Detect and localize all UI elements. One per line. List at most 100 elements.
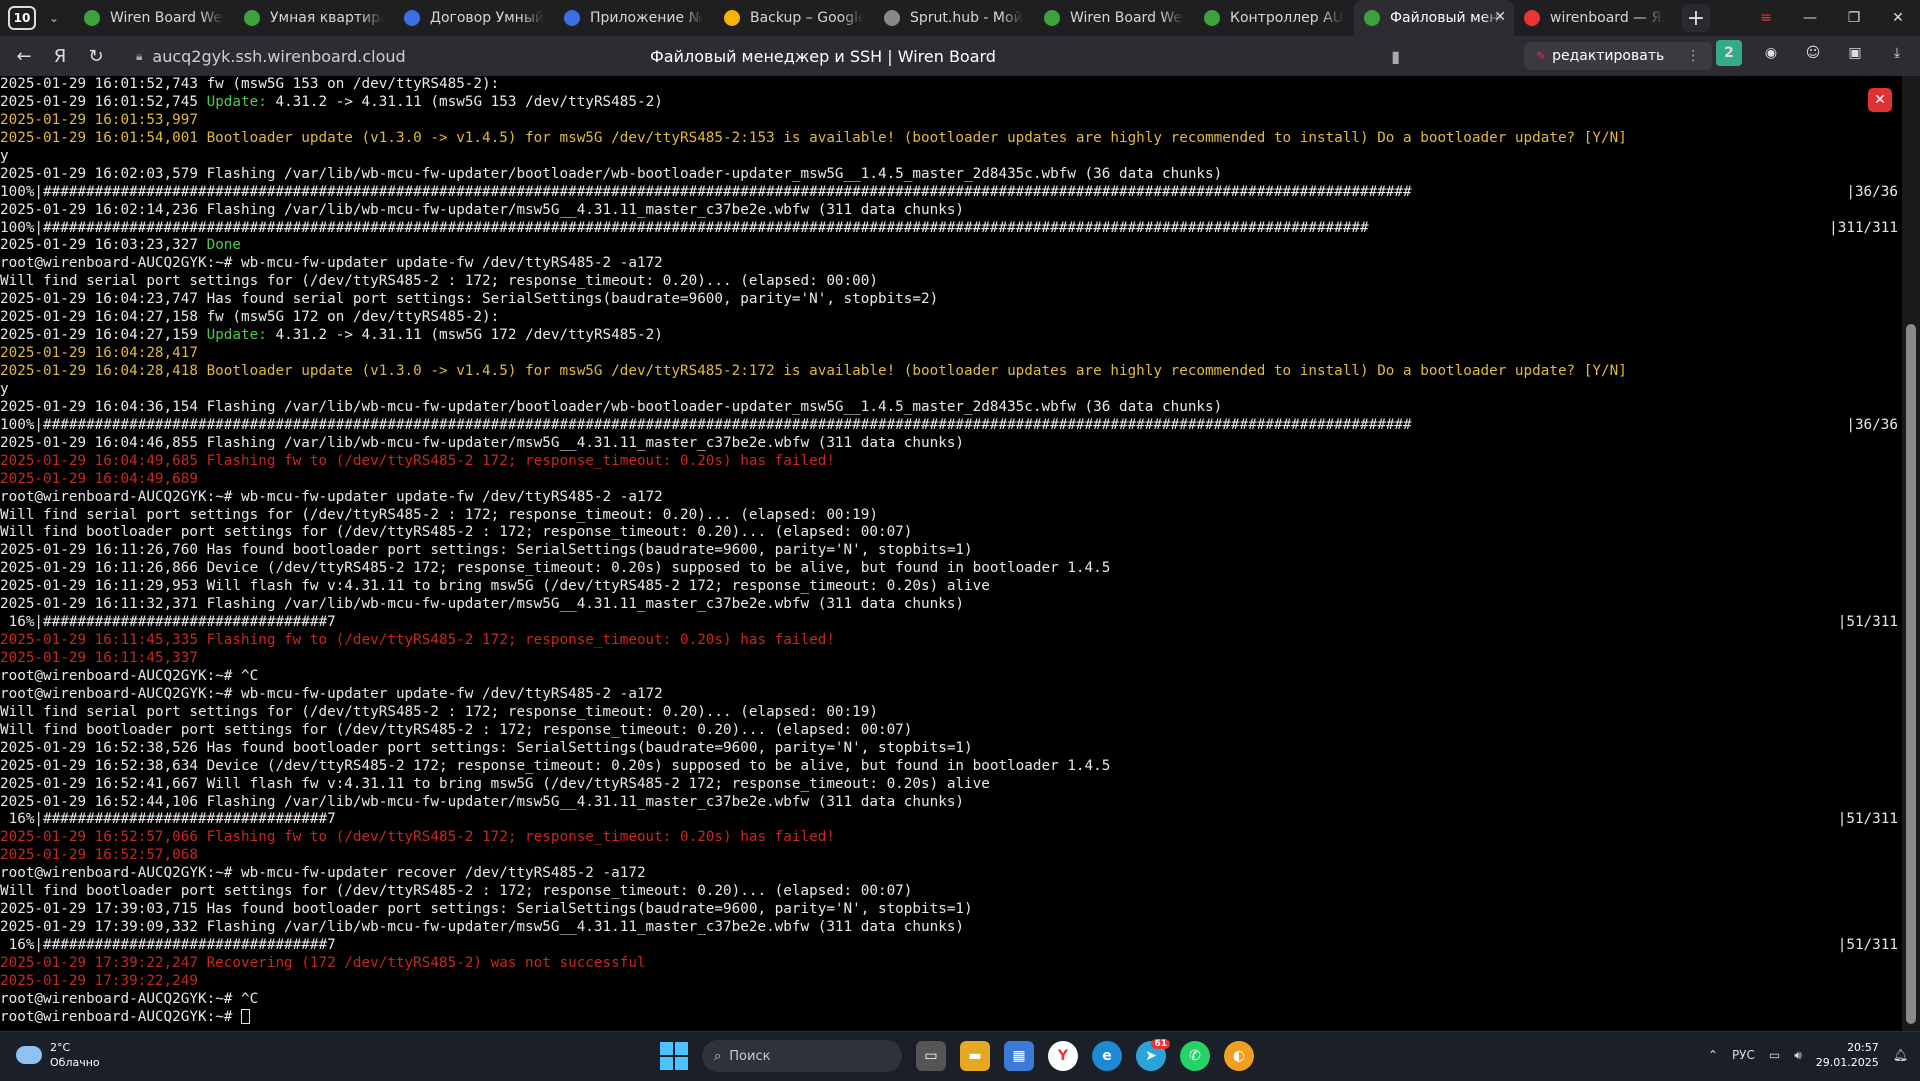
terminal-text: 2025-01-29 16:52:38,526 Has found bootlo… <box>0 739 973 756</box>
tab-2[interactable]: Умная квартира 14 <box>234 0 394 36</box>
terminal-text: 2025-01-29 16:52:44,106 Flashing /var/li… <box>0 793 965 810</box>
reload-button[interactable]: ↻ <box>78 38 114 74</box>
terminal-text: root@wirenboard-AUCQ2GYK:~# ^C <box>0 667 259 684</box>
terminal-text: 2025-01-29 16:04:27,159 <box>0 327 207 344</box>
taskbar-search[interactable]: ⌕ Поиск <box>702 1040 902 1072</box>
yandex-button[interactable]: Я <box>42 38 78 74</box>
tab-3[interactable]: Договор Умный до <box>394 0 554 36</box>
more-icon[interactable]: ⋮ <box>1686 48 1700 64</box>
tab-title: Sprut.hub - Мой до <box>910 10 1024 26</box>
network-icon[interactable]: ▭ <box>1769 1048 1780 1062</box>
terminal-line: Will find serial port settings for (/dev… <box>0 507 1902 525</box>
wb-icon <box>244 10 260 26</box>
scrollbar-thumb[interactable] <box>1906 324 1916 1024</box>
yandex-browser-icon[interactable]: Y <box>1048 1041 1078 1071</box>
terminal-line: 2025-01-29 16:52:44,106 Flashing /var/li… <box>0 794 1902 812</box>
tab-5[interactable]: Backup – Google Д <box>714 0 874 36</box>
terminal-line: 2025-01-29 16:11:45,337 <box>0 650 1902 668</box>
progress-count: |51/311 <box>1837 937 1898 953</box>
ssh-terminal[interactable]: 2025-01-29 16:01:52,743 fw (msw5G 153 on… <box>0 76 1902 1031</box>
terminal-line: 2025-01-29 16:52:57,068 <box>0 847 1902 865</box>
language-indicator[interactable]: РУС <box>1732 1048 1755 1062</box>
edit-button[interactable]: ✎ редактировать ⋮ <box>1524 42 1713 70</box>
chevron-up-icon[interactable]: ⌃ <box>1708 1048 1718 1062</box>
restore-button[interactable]: ❐ <box>1832 10 1876 26</box>
extension-avatar-icon[interactable]: ☺ <box>1800 40 1826 66</box>
tab-7[interactable]: Wiren Board Web U <box>1034 0 1194 36</box>
terminal-line: 2025-01-29 16:52:38,526 Has found bootlo… <box>0 740 1902 758</box>
terminal-line: Will find bootloader port settings for (… <box>0 722 1902 740</box>
terminal-text: root@wirenboard-AUCQ2GYK:~# wb-mcu-fw-up… <box>0 255 663 272</box>
chevron-down-icon[interactable]: ⌄ <box>42 6 66 30</box>
tab-title: Контроллер AUCQ <box>1230 10 1344 26</box>
tab-4[interactable]: Приложение №2 - <box>554 0 714 36</box>
terminal-text: 2025-01-29 16:04:49,689 <box>0 470 198 487</box>
terminal-line: 100%|###################################… <box>0 417 1902 435</box>
terminal-text: Update: <box>206 327 267 344</box>
terminal-line: 2025-01-29 16:04:27,158 fw (msw5G 172 on… <box>0 309 1902 327</box>
bookmark-icon[interactable]: ▮ <box>1391 47 1400 66</box>
task-view-icon[interactable]: ▭ <box>916 1041 946 1071</box>
new-tab-button[interactable]: + <box>1682 4 1710 32</box>
terminal-line: 2025-01-29 16:01:53,997 <box>0 112 1902 130</box>
doc-icon <box>404 10 420 26</box>
tab-title: wirenboard — Янде <box>1550 10 1664 26</box>
tab-count-button[interactable]: 10 <box>8 6 36 30</box>
close-terminal-button[interactable]: ✕ <box>1868 88 1892 112</box>
terminal-text: 2025-01-29 16:04:36,154 Flashing /var/li… <box>0 398 1223 415</box>
volume-icon[interactable]: 🔊︎ <box>1794 1048 1802 1063</box>
terminal-text: root@wirenboard-AUCQ2GYK:~# wb-mcu-fw-up… <box>0 488 663 505</box>
terminal-line: 2025-01-29 16:03:23,327 Done <box>0 237 1902 255</box>
terminal-text: 2025-01-29 17:39:09,332 Flashing /var/li… <box>0 919 965 936</box>
back-button[interactable]: ← <box>6 38 42 74</box>
terminal-line: 2025-01-29 16:02:14,236 Flashing /var/li… <box>0 202 1902 220</box>
tab-title: Wiren Board Web U <box>1070 10 1184 26</box>
weather-widget[interactable]: 2°C Облачно <box>16 1040 100 1070</box>
collections-icon[interactable]: ▣ <box>1842 40 1868 66</box>
url-text[interactable]: aucq2gyk.ssh.wirenboard.cloud <box>152 47 405 66</box>
tab-8[interactable]: Контроллер AUCQ <box>1194 0 1354 36</box>
store-icon[interactable]: ▦ <box>1004 1041 1034 1071</box>
terminal-text: Will find serial port settings for (/dev… <box>0 703 878 720</box>
app-icon[interactable]: ◐ <box>1224 1041 1254 1071</box>
close-tab-icon[interactable]: ✕ <box>1494 9 1506 25</box>
tab-9[interactable]: Файловый менед✕ <box>1354 0 1514 36</box>
clock-time: 20:57 <box>1847 1041 1879 1054</box>
edge-icon[interactable]: e <box>1092 1041 1122 1071</box>
terminal-text: 2025-01-29 16:04:28,417 <box>0 345 198 362</box>
progress-count: |51/311 <box>1837 811 1898 828</box>
terminal-text: 100%|###################################… <box>0 416 1412 433</box>
terminal-text: 2025-01-29 16:01:52,745 <box>0 93 207 110</box>
start-button[interactable] <box>660 1042 688 1070</box>
terminal-text: 2025-01-29 17:39:22,247 Recovering (172 … <box>0 954 646 971</box>
whatsapp-icon[interactable]: ✆ <box>1180 1041 1210 1071</box>
notifications-icon[interactable]: 🔔︎ <box>1893 1048 1908 1062</box>
tab-10[interactable]: wirenboard — Янде <box>1514 0 1674 36</box>
tab-1[interactable]: Wiren Board Web U <box>74 0 234 36</box>
tab-6[interactable]: Sprut.hub - Мой до <box>874 0 1034 36</box>
terminal-text: 16%|#################################7 <box>0 811 336 828</box>
address-field[interactable]: 🔒︎ aucq2gyk.ssh.wirenboard.cloud Файловы… <box>136 40 1510 72</box>
extension-gray-icon[interactable]: ◉ <box>1758 40 1784 66</box>
window-close-button[interactable]: ✕ <box>1876 10 1920 26</box>
toolbar-extensions: 2 ◉ ☺ ▣ ⤓ <box>1716 40 1910 66</box>
terminal-scrollbar[interactable] <box>1902 76 1920 1031</box>
progress-count: |51/311 <box>1837 614 1898 631</box>
telegram-icon[interactable]: ➤ 61 <box>1136 1039 1170 1071</box>
clock[interactable]: 20:57 29.01.2025 <box>1816 1040 1879 1070</box>
file-explorer-icon[interactable]: ▬ <box>960 1041 990 1071</box>
terminal-text: 2025-01-29 16:04:46,855 Flashing /var/li… <box>0 434 965 451</box>
pencil-icon: ✎ <box>1536 49 1547 63</box>
downloads-icon[interactable]: ⤓ <box>1884 40 1910 66</box>
tab-title: Backup – Google Д <box>750 10 864 26</box>
taskbar-apps: ⌕ Поиск ▭ ▬ ▦ Y e ➤ 61 ✆ ◐ <box>660 1039 1254 1072</box>
minimize-button[interactable]: — <box>1788 10 1832 26</box>
terminal-text: Will find bootloader port settings for (… <box>0 883 913 900</box>
browser-menu-icon[interactable]: ≡ <box>1744 10 1788 26</box>
terminal-line: root@wirenboard-AUCQ2GYK:~# <box>0 1008 1902 1027</box>
wb-icon <box>1044 10 1060 26</box>
terminal-line: 2025-01-29 16:01:52,743 fw (msw5G 153 on… <box>0 76 1902 94</box>
progress-count: |311/311 <box>1829 219 1898 236</box>
terminal-line: Will find serial port settings for (/dev… <box>0 273 1902 291</box>
extension-2-icon[interactable]: 2 <box>1716 40 1742 66</box>
